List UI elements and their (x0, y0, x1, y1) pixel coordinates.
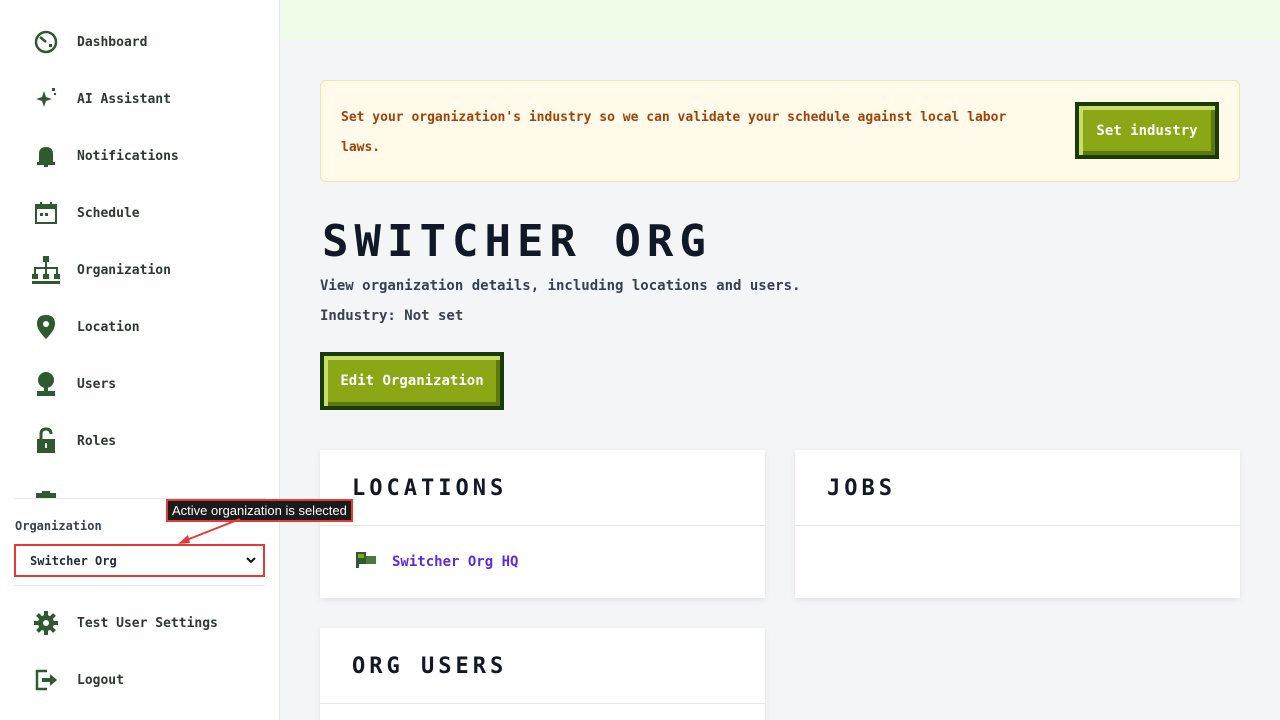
sidebar-item-test-user-settings[interactable]: Test User Settings (30, 607, 218, 639)
location-name: Switcher Org HQ (392, 554, 519, 570)
sidebar-item-label: Dashboard (77, 34, 148, 50)
sidebar-item-organization[interactable]: Organization (30, 254, 171, 286)
sidebar-item-label: Users (77, 376, 117, 392)
sidebar-item-dashboard[interactable]: Dashboard (30, 26, 147, 58)
sparkle-icon (30, 83, 62, 115)
sidebar-item-roles[interactable]: Roles (30, 425, 116, 457)
location-link[interactable]: Switcher Org HQ (356, 552, 518, 572)
edit-organization-button[interactable]: Edit Organization (320, 352, 504, 410)
sidebar: Dashboard AI Assistant Notifications Sch… (0, 0, 280, 720)
locations-card: LOCATIONS Switcher Org HQ (320, 450, 765, 598)
industry-status: Industry: Not set (320, 308, 464, 324)
sidebar-item-label: Location (77, 319, 140, 335)
sidebar-item-label: Test User Settings (77, 615, 218, 631)
card-divider (320, 525, 765, 526)
sidebar-item-label: Logout (77, 672, 124, 688)
top-bar (281, 0, 1280, 40)
annotation-arrow (178, 518, 241, 544)
org-users-card: ORG USERS (320, 628, 765, 720)
sidebar-item-ai-assistant[interactable]: AI Assistant (30, 83, 171, 115)
partial-nav-icon (34, 486, 58, 498)
org-select-value: Switcher Org (30, 553, 117, 568)
location-flag-icon (356, 552, 378, 572)
chevron-down-icon (245, 554, 257, 569)
sidebar-item-label: Schedule (77, 205, 140, 221)
gear-icon (30, 607, 62, 639)
sidebar-item-location[interactable]: Location (30, 311, 140, 343)
sidebar-item-schedule[interactable]: Schedule (30, 197, 140, 229)
dashboard-icon (30, 26, 62, 58)
sidebar-item-notifications[interactable]: Notifications (30, 140, 179, 172)
user-icon (30, 368, 62, 400)
lock-icon (30, 425, 62, 457)
map-pin-icon (30, 311, 62, 343)
card-divider (795, 525, 1240, 526)
card-divider (320, 703, 765, 704)
sidebar-item-label: AI Assistant (77, 91, 171, 107)
page-title: SWITCHER ORG (322, 216, 712, 267)
card-title: LOCATIONS (352, 476, 508, 501)
org-select-label: Organization (15, 519, 102, 533)
page-subtitle: View organization details, including loc… (320, 278, 801, 294)
sidebar-item-users[interactable]: Users (30, 368, 116, 400)
sidebar-divider (14, 585, 265, 586)
bell-icon (30, 140, 62, 172)
org-chart-icon (30, 254, 62, 286)
calendar-icon (30, 197, 62, 229)
card-title: JOBS (827, 476, 896, 501)
card-title: ORG USERS (352, 654, 508, 679)
sidebar-item-label: Roles (77, 433, 117, 449)
logout-icon (30, 664, 62, 696)
sidebar-item-label: Notifications (77, 148, 179, 164)
sidebar-item-logout[interactable]: Logout (30, 664, 124, 696)
banner-message: Set your organization's industry so we c… (341, 110, 1007, 155)
set-industry-button[interactable]: Set industry (1075, 102, 1219, 159)
sidebar-item-label: Organization (77, 262, 171, 278)
jobs-card: JOBS (795, 450, 1240, 598)
